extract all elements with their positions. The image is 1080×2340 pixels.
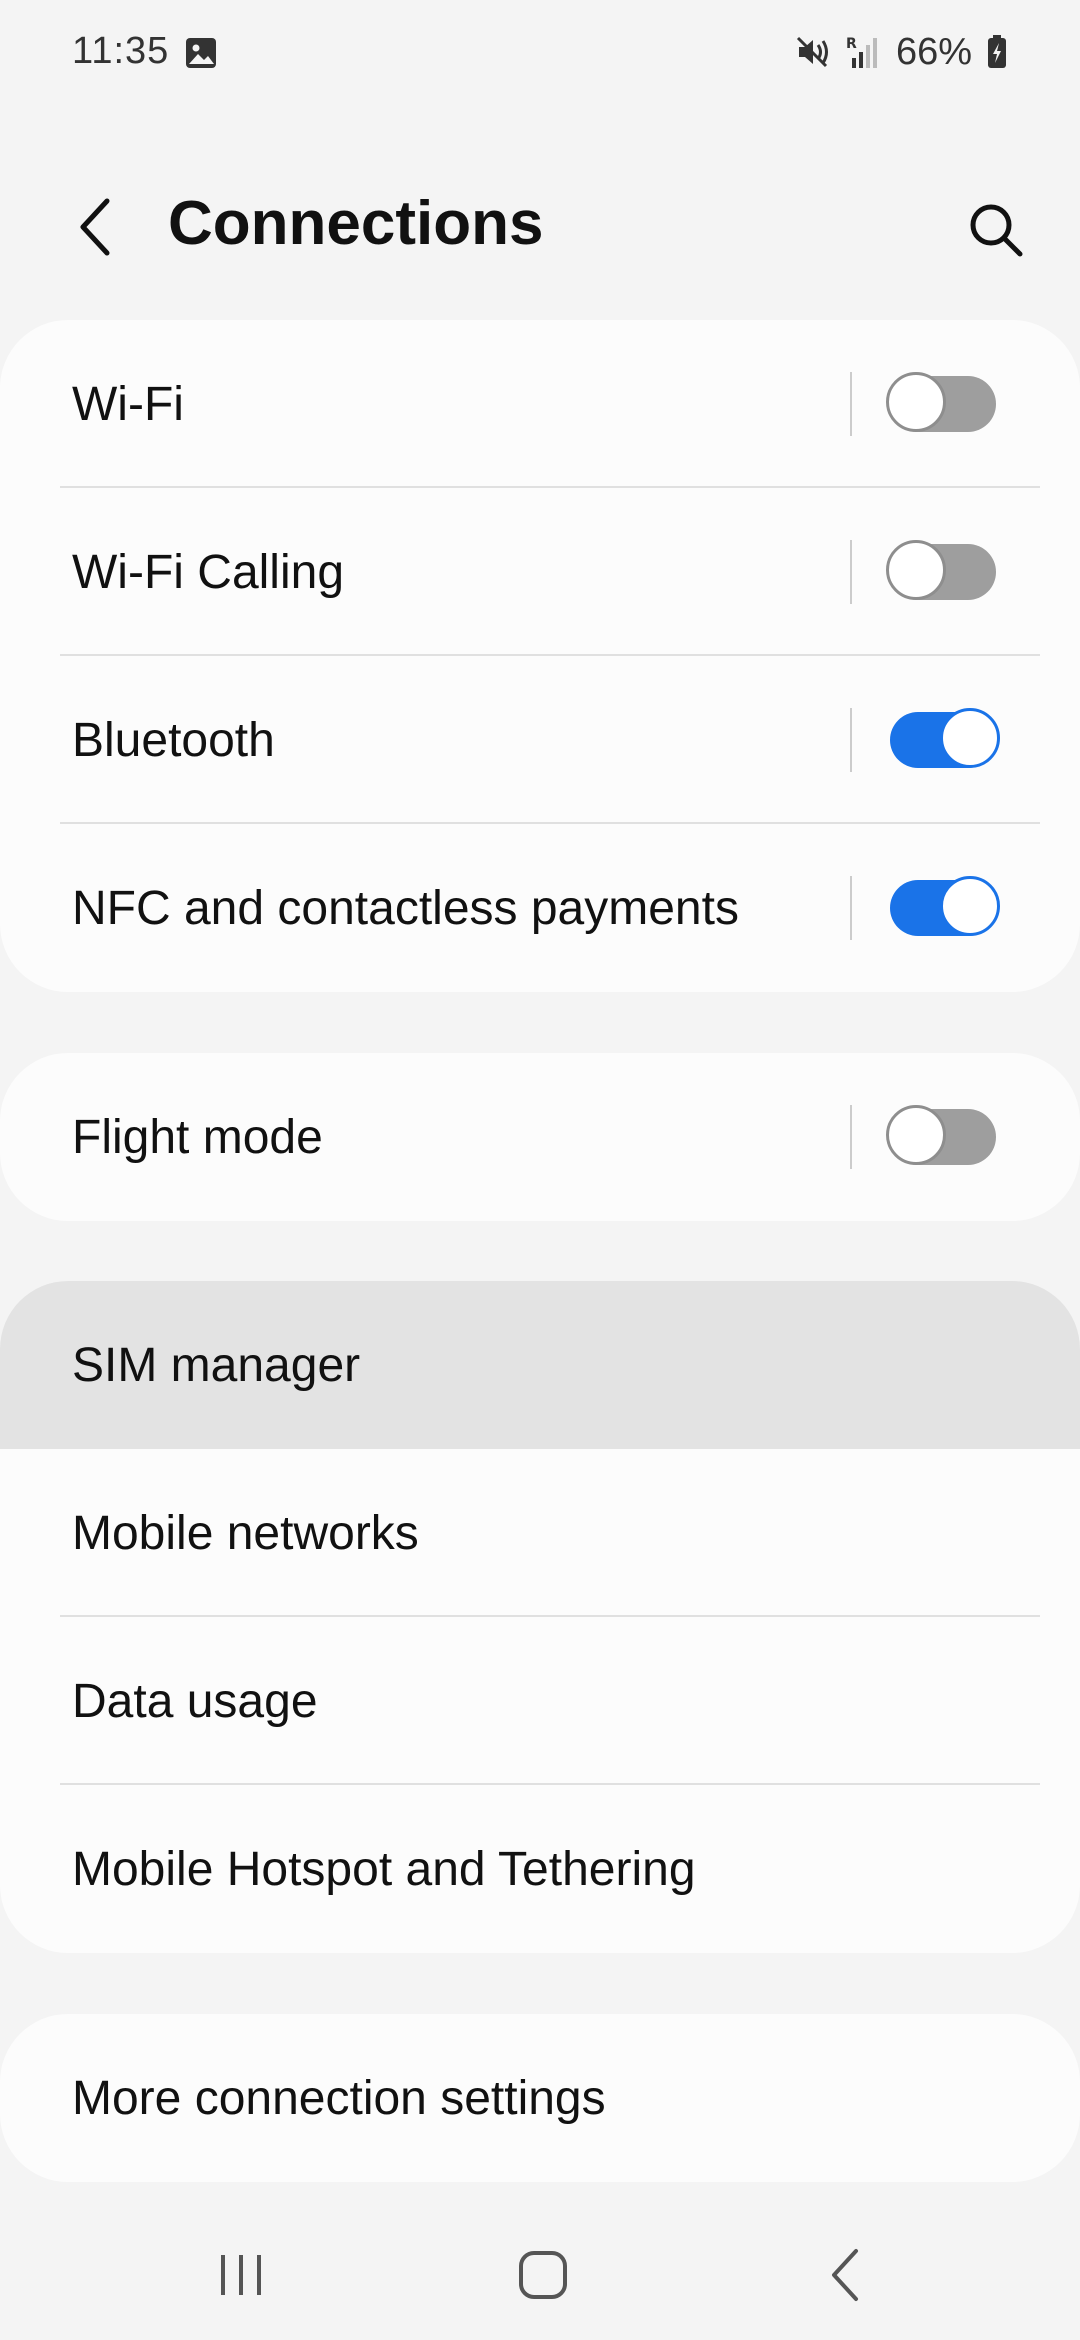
toggle-separator	[850, 876, 852, 940]
toggle-separator	[850, 540, 852, 604]
navigation-bar	[0, 2210, 1080, 2340]
hotspot-row[interactable]: Mobile Hotspot and Tethering	[0, 1785, 1080, 1953]
back-icon	[832, 2249, 858, 2301]
sim-manager-label: SIM manager	[72, 1338, 361, 1392]
data-usage-row[interactable]: Data usage	[0, 1617, 1080, 1785]
mobile-networks-row[interactable]: Mobile networks	[0, 1449, 1080, 1617]
battery-icon	[986, 34, 1008, 70]
hotspot-label: Mobile Hotspot and Tethering	[72, 1842, 696, 1896]
home-icon	[519, 2251, 567, 2299]
bluetooth-label: Bluetooth	[72, 713, 275, 767]
flight-mode-toggle[interactable]	[886, 1105, 996, 1165]
more-connection-settings-row[interactable]: More connection settings	[0, 2014, 1080, 2182]
sim-manager-row[interactable]: SIM manager	[0, 1281, 1080, 1449]
svg-text:R: R	[846, 36, 857, 52]
signal-icon: R	[846, 34, 882, 70]
status-right: R 66%	[796, 30, 1008, 74]
data-usage-label: Data usage	[72, 1674, 318, 1728]
mobile-networks-label: Mobile networks	[72, 1506, 419, 1560]
wifi-row[interactable]: Wi-Fi	[0, 320, 1080, 488]
image-notification-icon	[184, 36, 218, 70]
back-button[interactable]	[60, 192, 130, 262]
battery-percent: 66%	[895, 30, 972, 73]
wifi-label: Wi-Fi	[72, 377, 184, 431]
bluetooth-toggle[interactable]	[890, 708, 1000, 768]
wifi-calling-label: Wi-Fi Calling	[72, 545, 345, 599]
status-bar: 11:35 R 66%	[0, 0, 1080, 104]
bluetooth-row[interactable]: Bluetooth	[0, 656, 1080, 824]
nfc-toggle[interactable]	[890, 876, 1000, 936]
back-arrow-icon	[80, 198, 110, 256]
wifi-calling-toggle[interactable]	[886, 540, 996, 600]
home-button[interactable]	[483, 2210, 603, 2340]
flight-mode-label: Flight mode	[72, 1110, 323, 1164]
toggle-separator	[850, 1105, 852, 1169]
nfc-row[interactable]: NFC and contactless payments	[0, 824, 1080, 992]
mobile-card: SIM manager Mobile networks Data usage M…	[0, 1281, 1080, 1953]
header: Connections	[0, 170, 1080, 285]
nav-back-button[interactable]	[786, 2210, 906, 2340]
nfc-label: NFC and contactless payments	[72, 881, 739, 935]
connectivity-card: Wi-Fi Wi-Fi Calling Bluetooth NFC and co…	[0, 320, 1080, 992]
mute-icon	[796, 35, 832, 69]
flight-mode-card: Flight mode	[0, 1053, 1080, 1221]
flight-mode-row[interactable]: Flight mode	[0, 1053, 1080, 1221]
more-settings-card: More connection settings	[0, 2014, 1080, 2182]
wifi-calling-row[interactable]: Wi-Fi Calling	[0, 488, 1080, 656]
toggle-separator	[850, 708, 852, 772]
search-button[interactable]	[956, 190, 1036, 270]
wifi-toggle[interactable]	[886, 372, 996, 432]
recent-apps-button[interactable]	[181, 2210, 301, 2340]
recent-apps-icon	[221, 2255, 261, 2295]
search-icon	[970, 204, 1023, 257]
toggle-separator	[850, 372, 852, 436]
status-time: 11:35	[72, 30, 170, 72]
more-connection-settings-label: More connection settings	[72, 2071, 606, 2125]
page-title: Connections	[168, 189, 544, 258]
